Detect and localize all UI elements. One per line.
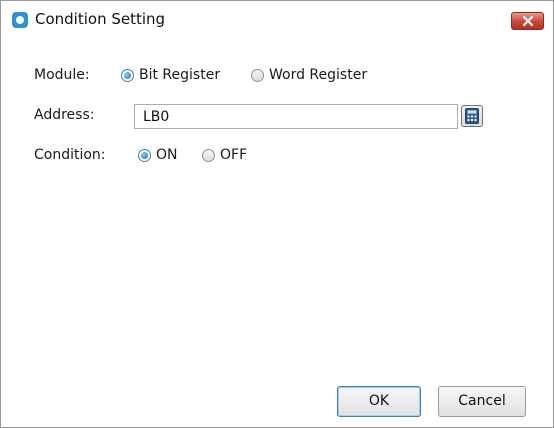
radio-label: Word Register [269,67,368,83]
condition-on-radio[interactable]: ON [138,147,200,165]
radio-checked-icon [121,69,134,82]
condition-label: Condition: [34,147,106,163]
cancel-button[interactable]: Cancel [438,386,526,417]
address-picker-button[interactable] [461,105,483,127]
condition-setting-dialog: Condition Setting Module: Bit Register W… [0,0,554,428]
module-word-register-radio[interactable]: Word Register [251,67,396,85]
radio-label: ON [156,147,178,163]
close-button[interactable] [511,12,544,30]
ok-button[interactable]: OK [337,386,421,417]
module-bit-register-radio[interactable]: Bit Register [121,67,249,85]
radio-label: OFF [220,147,248,163]
condition-off-radio[interactable]: OFF [202,147,262,165]
module-label: Module: [34,67,90,83]
dialog-title: Condition Setting [35,10,166,28]
radio-label: Bit Register [139,67,221,83]
address-input[interactable] [134,104,458,129]
title-bar: Condition Setting [1,1,553,39]
app-logo-icon [12,12,28,28]
radio-unchecked-icon [251,69,264,82]
radio-unchecked-icon [202,149,215,162]
calculator-icon [465,108,479,124]
close-icon [523,16,533,26]
radio-checked-icon [138,149,151,162]
address-label: Address: [34,107,95,123]
